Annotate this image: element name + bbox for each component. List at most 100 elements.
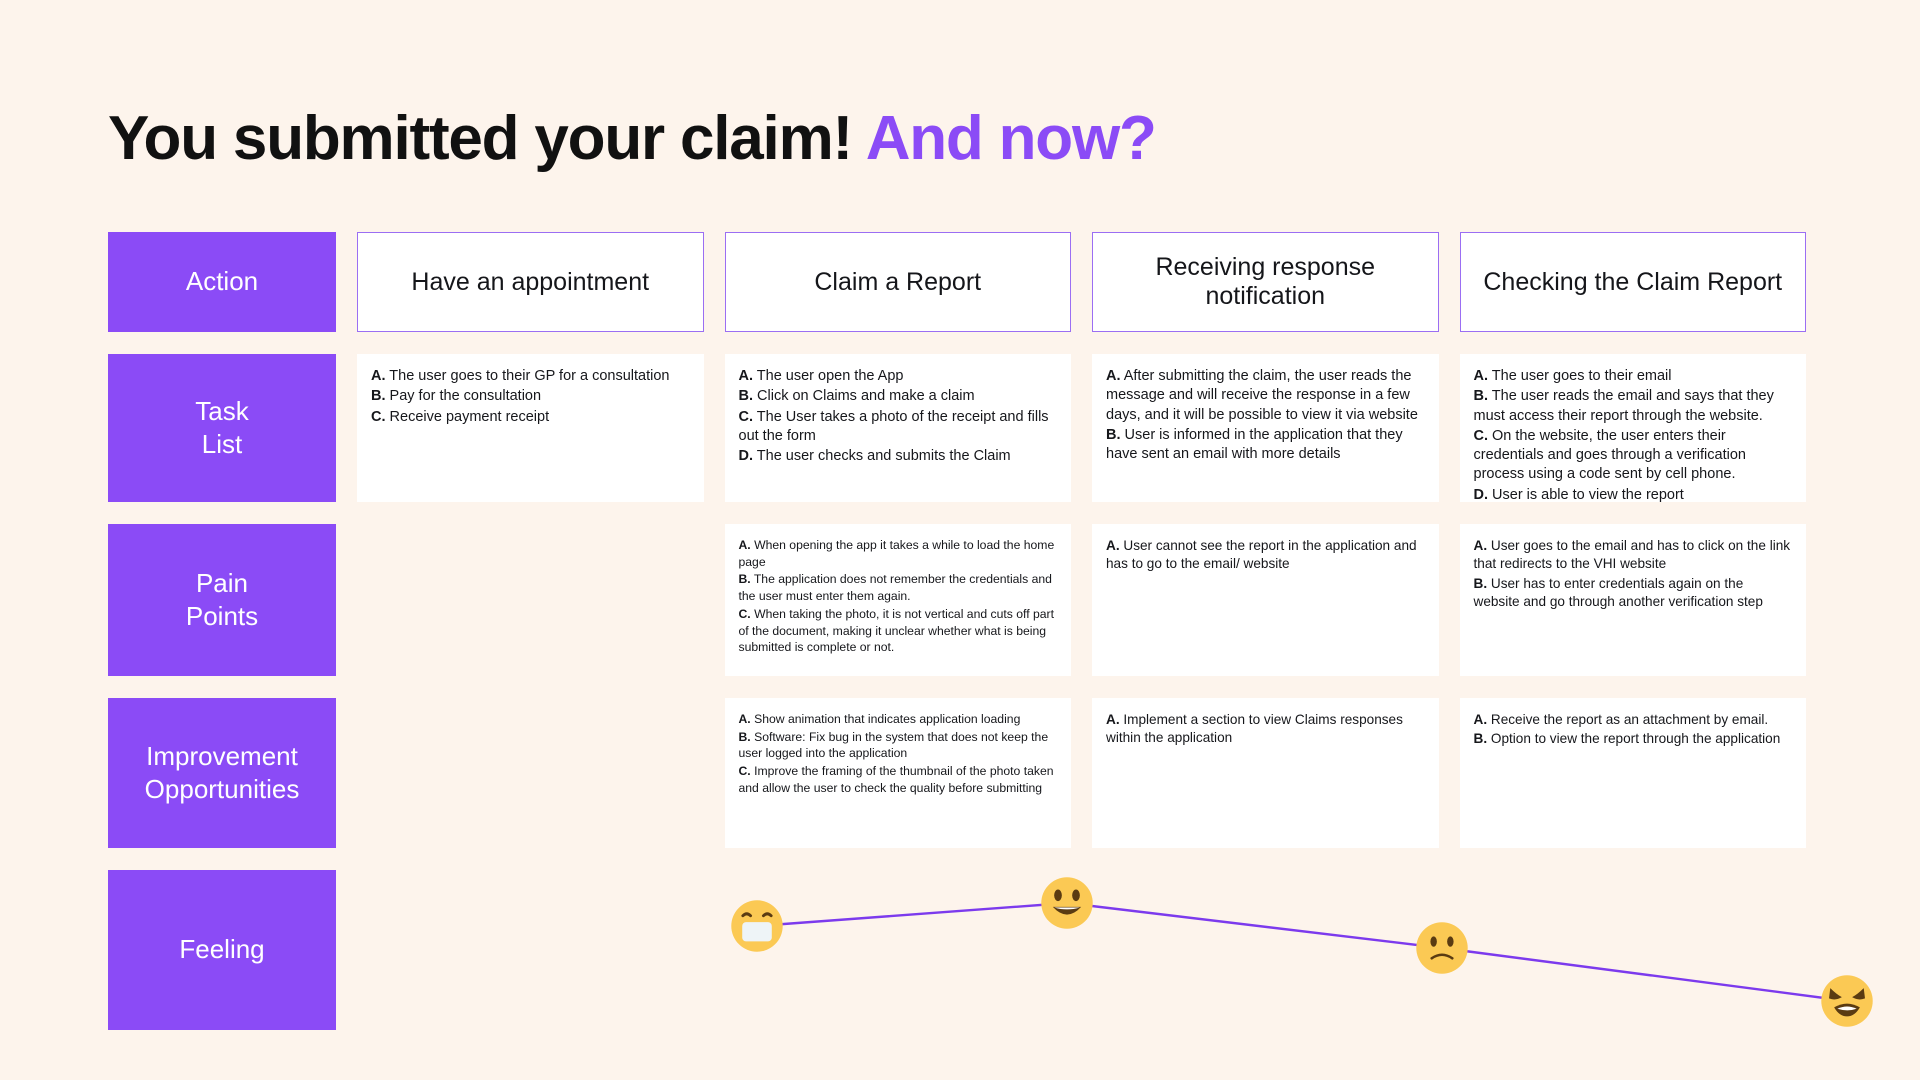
list-item: A. When opening the app it takes a while… [738, 538, 1055, 569]
stage-label-improvement-opportunities: Improvement Opportunities [108, 698, 336, 848]
stage-label-feeling: Feeling [108, 870, 336, 1030]
list-item-letter: A. [738, 712, 751, 726]
stage-label-task-list: Task List [108, 354, 336, 502]
list-item-letter: D. [738, 448, 754, 465]
list-item: A. Receive the report as an attachment b… [1473, 712, 1769, 727]
feeling-chart [357, 870, 1873, 1030]
pain-points-cell-2: A. When opening the app it takes a while… [724, 524, 1072, 676]
list-item: A. User cannot see the report in the app… [1106, 538, 1417, 572]
pain-points-cell-4: A. User goes to the email and has to cli… [1459, 524, 1807, 676]
list-item-letter: A. [1106, 712, 1120, 727]
pain-points-cell-1 [357, 524, 704, 676]
pain-points-cell-3: A. User cannot see the report in the app… [1092, 524, 1439, 676]
pain-points-items-4: A. User goes to the email and has to cli… [1460, 524, 1807, 676]
journey-map-board: Action Have an appointment Claim a Repor… [108, 232, 1873, 1052]
list-item-letter: C. [371, 408, 386, 425]
improvement-cell-4: A. Receive the report as an attachment b… [1459, 698, 1807, 848]
list-item-letter: B. [1473, 388, 1489, 405]
row-task-list: Task List A. The user goes to their GP fo… [108, 354, 1806, 502]
list-item-letter: A. [738, 368, 754, 384]
list-item: A. Implement a section to view Claims re… [1106, 712, 1403, 746]
list-item: C. Improve the framing of the thumbnail … [738, 764, 1054, 795]
task-list-items-2: A. The user open the App B. Click on Clai… [725, 354, 1072, 502]
list-item: B. The user reads the email and says tha… [1473, 388, 1774, 424]
list-item: D. The user checks and submits the Claim [738, 448, 1011, 465]
list-item: C. When taking the photo, it is not vert… [738, 606, 1054, 655]
row-feeling: Feeling [108, 870, 1873, 1030]
stage-label-pain-points-text: Pain Points [185, 567, 259, 631]
improvement-items-3: A. Implement a section to view Claims re… [1092, 698, 1439, 848]
task-list-cell-1: A. The user goes to their GP for a consu… [357, 354, 704, 502]
page-title: You submitted your claim! And now? [108, 108, 1157, 170]
list-item: D. User is able to view the report [1473, 486, 1684, 502]
task-list-cell-4: A. The user goes to their email B. The us… [1459, 354, 1807, 502]
list-item: A. The user goes to their email [1473, 368, 1672, 384]
list-item-letter: B. [738, 729, 751, 744]
action-cell-4[interactable]: Checking the Claim Report [1459, 232, 1806, 332]
improvement-items-2: A. Show animation that indicates applica… [725, 698, 1072, 848]
action-label-3: Receiving response notification [1155, 253, 1376, 310]
list-item-letter: C. [738, 408, 754, 425]
stage-label-improvement-opportunities-text: Improvement Opportunities [144, 740, 300, 804]
list-item: A. After submitting the claim, the user … [1106, 368, 1418, 423]
improvement-cell-2: A. Show animation that indicates applica… [724, 698, 1072, 848]
list-item-letter: B. [1473, 731, 1488, 747]
stage-label-action-text: Action [185, 266, 259, 297]
stage-label-pain-points: Pain Points [108, 524, 336, 676]
task-list-cell-3: A. After submitting the claim, the user … [1092, 354, 1439, 502]
grinning-face-emoji [1040, 876, 1094, 930]
task-list-cell-2: A. The user open the App B. Click on Clai… [724, 354, 1072, 502]
improvement-items-4: A. Receive the report as an attachment b… [1460, 698, 1807, 848]
list-item: A. The user open the App [738, 368, 904, 384]
action-label-2: Claim a Report [814, 267, 982, 296]
list-item-letter: A. [1106, 538, 1120, 553]
action-label-4: Checking the Claim Report [1483, 267, 1783, 296]
list-item: A. Show animation that indicates applica… [738, 712, 1021, 726]
list-item-letter: A. [1473, 368, 1489, 384]
list-item: B. Software: Fix bug in the system that … [738, 729, 1049, 761]
list-item-letter: A. [1473, 538, 1488, 553]
pain-points-items-2: A. When opening the app it takes a while… [725, 524, 1072, 676]
masked-face-emoji [730, 899, 784, 953]
pain-points-items-1 [357, 524, 704, 676]
list-item: C. On the website, the user enters their… [1473, 427, 1746, 483]
stage-label-action: Action [108, 232, 336, 332]
page-title-accent: And now? [865, 104, 1157, 173]
list-item-letter: B. [371, 388, 386, 405]
list-item: B. User has to enter credentials again o… [1473, 575, 1763, 610]
action-cell-3[interactable]: Receiving response notification [1092, 232, 1439, 332]
page-title-main: You submitted your claim! [108, 104, 853, 173]
stage-label-feeling-text: Feeling [179, 934, 265, 965]
task-list-items-4: A. The user goes to their email B. The us… [1460, 354, 1807, 502]
list-item-letter: C. [738, 764, 751, 779]
list-item: B. Pay for the consultation [371, 388, 542, 405]
list-item: C. The User takes a photo of the receipt… [738, 408, 1049, 444]
list-item: B. Option to view the report through the… [1473, 731, 1781, 747]
row-pain-points: Pain Points A. When opening the app it ta… [108, 524, 1806, 676]
list-item: B. The application does not remember the… [738, 572, 1052, 604]
action-cell-1[interactable]: Have an appointment [357, 232, 704, 332]
stage-label-task-list-text: Task List [195, 395, 249, 459]
list-item-letter: B. [738, 388, 754, 405]
list-item-letter: B. [1473, 575, 1488, 591]
weary-face-emoji [1820, 974, 1874, 1028]
list-item: B. User is informed in the application t… [1106, 426, 1403, 463]
row-improvement-opportunities: Improvement Opportunities A. Show animati… [108, 698, 1806, 848]
list-item-letter: C. [738, 606, 751, 621]
row-action: Action Have an appointment Claim a Repor… [108, 232, 1806, 332]
list-item-letter: B. [1106, 426, 1121, 443]
pain-points-items-3: A. User cannot see the report in the app… [1092, 524, 1439, 676]
list-item: C. Receive payment receipt [371, 408, 550, 425]
action-label-1: Have an appointment [411, 267, 650, 296]
action-cell-2[interactable]: Claim a Report [724, 232, 1071, 332]
task-list-items-1: A. The user goes to their GP for a consu… [357, 354, 704, 502]
improvement-items-1 [357, 698, 704, 848]
list-item: B. Click on Claims and make a claim [738, 388, 975, 405]
list-item: A. The user goes to their GP for a consu… [371, 368, 670, 384]
list-item-letter: B. [738, 572, 751, 587]
task-list-items-3: A. After submitting the claim, the user … [1092, 354, 1439, 502]
improvement-cell-3: A. Implement a section to view Claims re… [1092, 698, 1439, 848]
improvement-cell-1 [357, 698, 704, 848]
list-item-letter: A. [371, 368, 386, 384]
list-item: A. User goes to the email and has to cli… [1473, 538, 1791, 572]
